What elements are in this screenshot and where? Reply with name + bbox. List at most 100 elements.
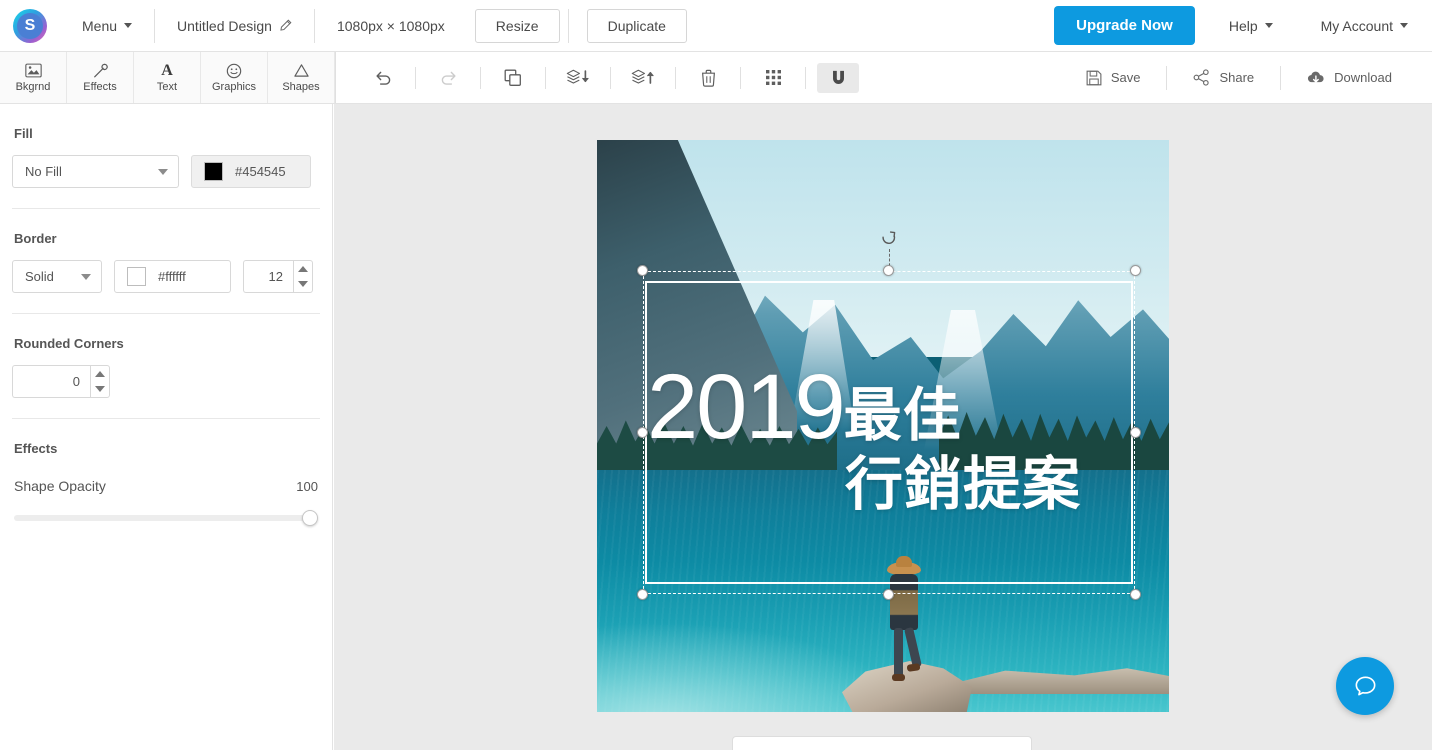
divider	[545, 66, 546, 89]
fill-row: No Fill #454545	[12, 155, 320, 188]
bottom-collapsed-panel[interactable]	[732, 736, 1032, 750]
rounded-corners-stepper[interactable]: 0	[12, 365, 110, 398]
share-button[interactable]: Share	[1167, 63, 1280, 93]
shape-opacity-slider[interactable]	[14, 510, 318, 526]
help-dropdown[interactable]: Help	[1195, 0, 1299, 52]
save-button[interactable]: Save	[1060, 63, 1167, 93]
upgrade-now-button[interactable]: Upgrade Now	[1054, 6, 1195, 45]
my-account-label: My Account	[1320, 17, 1393, 34]
tool-tab-label: Shapes	[282, 81, 320, 93]
download-button[interactable]: Download	[1281, 63, 1418, 93]
tool-tab-bkgrnd[interactable]: Bkgrnd	[0, 52, 67, 103]
divider	[675, 66, 676, 89]
divider	[805, 66, 806, 89]
rounded-corners-value[interactable]: 0	[12, 365, 90, 398]
toolbar-right-actions: Save Share Download	[1060, 52, 1432, 103]
floppy-disk-icon	[1086, 70, 1102, 86]
canvas-workspace[interactable]: 2019 最佳 行銷提案	[334, 104, 1432, 750]
copy-button[interactable]	[492, 63, 534, 93]
slider-track[interactable]	[14, 515, 318, 521]
rounded-corners-arrows	[90, 365, 110, 398]
divider	[12, 313, 320, 314]
tool-tab-shapes[interactable]: Shapes	[268, 52, 335, 103]
chat-bubble-icon	[1352, 673, 1379, 700]
divider	[610, 66, 611, 89]
delete-button[interactable]	[687, 63, 729, 93]
effects-section-title: Effects	[14, 441, 58, 456]
save-label: Save	[1110, 70, 1141, 85]
shape-opacity-label: Shape Opacity	[14, 478, 106, 494]
share-icon	[1193, 69, 1210, 86]
artboard[interactable]: 2019 最佳 行銷提案	[597, 140, 1169, 712]
top-header: S Menu Untitled Design 1080px × 1080px R…	[0, 0, 1432, 52]
cloud-download-icon	[1307, 70, 1325, 85]
leg	[904, 626, 922, 668]
grid-button[interactable]	[752, 63, 794, 93]
share-label: Share	[1219, 70, 1255, 85]
design-title[interactable]: Untitled Design	[155, 0, 314, 52]
border-color-swatch	[127, 267, 146, 286]
caret-down-icon	[298, 281, 308, 288]
shoe	[892, 674, 905, 681]
slider-thumb[interactable]	[302, 510, 318, 526]
border-width-value[interactable]: 12	[243, 260, 293, 293]
pencil-icon[interactable]	[279, 19, 292, 32]
border-color-picker[interactable]: #ffffff	[114, 260, 231, 293]
stepper-up-button[interactable]	[91, 366, 109, 382]
divider	[740, 66, 741, 89]
fill-type-select[interactable]: No Fill	[12, 155, 179, 188]
snap-magnet-button[interactable]	[817, 62, 859, 93]
download-label: Download	[1334, 70, 1392, 85]
secondary-toolbar: Bkgrnd Effects A Text Graphics Shapes Sa…	[0, 52, 1432, 104]
redo-button[interactable]	[427, 63, 469, 93]
chevron-down-icon	[1400, 23, 1408, 28]
fill-color-swatch	[204, 162, 223, 181]
triangle-icon	[293, 62, 310, 79]
app-root: S Menu Untitled Design 1080px × 1080px R…	[0, 0, 1432, 750]
tool-tab-text[interactable]: A Text	[134, 52, 201, 103]
leg	[894, 628, 903, 678]
border-color-value: #ffffff	[158, 269, 186, 284]
stepper-down-button[interactable]	[91, 382, 109, 398]
rounded-corners-row: 0	[12, 365, 320, 398]
canvas-size-label: 1080px × 1080px	[315, 0, 467, 52]
divider	[415, 66, 416, 89]
caret-up-icon	[298, 265, 308, 272]
tool-tab-effects[interactable]: Effects	[67, 52, 134, 103]
design-title-label: Untitled Design	[177, 17, 272, 34]
duplicate-button[interactable]: Duplicate	[586, 8, 687, 43]
help-label: Help	[1228, 17, 1258, 34]
canvas-action-buttons	[336, 52, 859, 103]
my-account-dropdown[interactable]: My Account	[1299, 0, 1432, 52]
stepper-down-button[interactable]	[294, 277, 312, 293]
resize-button[interactable]: Resize	[474, 8, 560, 43]
image-icon	[24, 62, 42, 79]
border-section-title: Border	[14, 231, 57, 246]
smiley-icon	[226, 62, 242, 79]
border-width-stepper[interactable]: 12	[243, 260, 313, 293]
logo-letter: S	[24, 16, 36, 34]
undo-button[interactable]	[362, 63, 404, 93]
divider	[12, 208, 320, 209]
menu-label: Menu	[82, 17, 118, 34]
menu-dropdown[interactable]: Menu	[60, 0, 154, 52]
fill-color-picker[interactable]: #454545	[191, 155, 311, 188]
bring-forward-button[interactable]	[622, 63, 664, 93]
stepper-up-button[interactable]	[294, 261, 312, 277]
fill-section-title: Fill	[14, 126, 33, 141]
tool-tab-label: Effects	[83, 81, 117, 93]
properties-sidebar: Fill No Fill #454545 Border Solid #fffff…	[0, 104, 333, 750]
chevron-down-icon	[1264, 23, 1273, 28]
rounded-corners-title: Rounded Corners	[14, 336, 124, 351]
torso	[890, 574, 918, 630]
brand-logo[interactable]: S	[0, 8, 60, 43]
help-chat-button[interactable]	[1336, 657, 1394, 715]
tool-tab-group: Bkgrnd Effects A Text Graphics Shapes	[0, 52, 336, 103]
shoe	[906, 663, 921, 672]
tool-tab-label: Text	[156, 81, 178, 93]
person-figure	[882, 556, 926, 682]
border-style-select[interactable]: Solid	[12, 260, 102, 293]
tool-tab-graphics[interactable]: Graphics	[201, 52, 268, 103]
send-backward-button[interactable]	[557, 63, 599, 93]
chevron-down-icon	[81, 273, 91, 280]
